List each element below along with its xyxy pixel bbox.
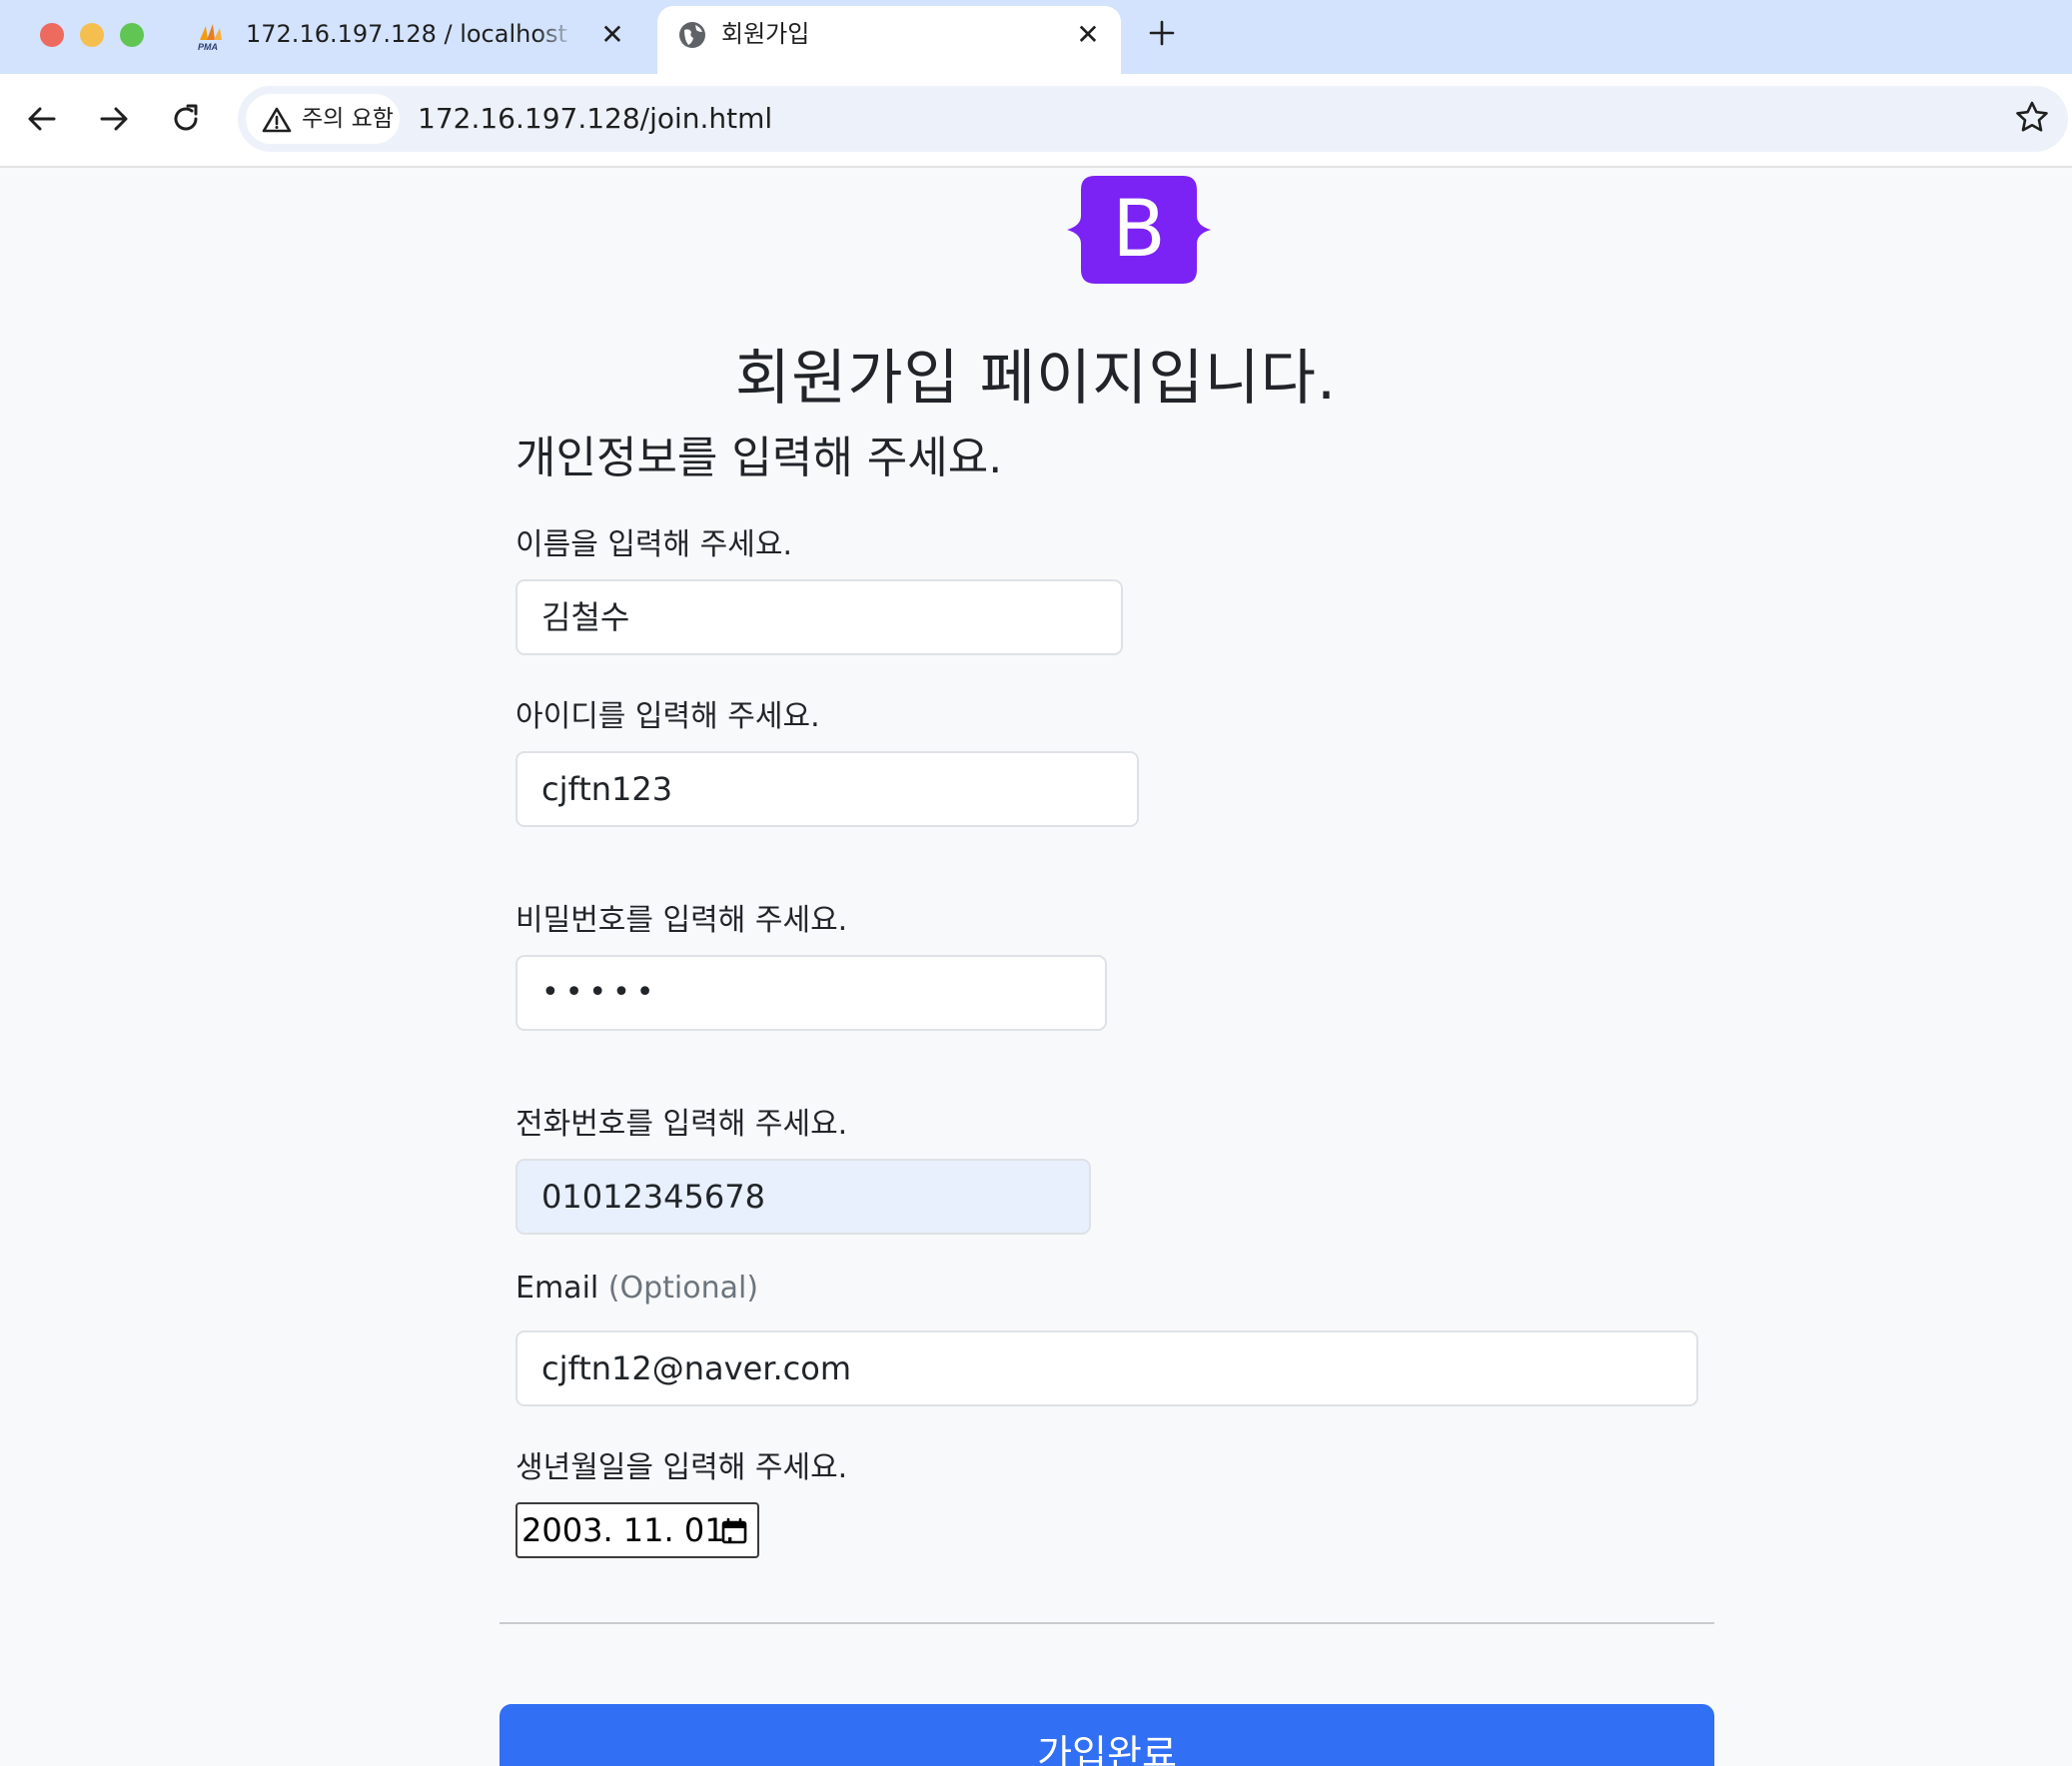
bootstrap-logo: B xyxy=(1067,176,1211,284)
tab-join-page[interactable]: 회원가입 ✕ xyxy=(657,6,1121,74)
birthdate-label: 생년월일을 입력해 주세요. xyxy=(516,1450,848,1485)
phpmyadmin-favicon-text: PMA xyxy=(198,42,218,52)
reload-icon[interactable] xyxy=(166,99,206,139)
email-optional-note: (Optional) xyxy=(607,1271,759,1306)
name-input[interactable]: 김철수 xyxy=(516,579,1123,655)
tab-close-icon[interactable]: ✕ xyxy=(1073,20,1103,50)
back-arrow-icon[interactable] xyxy=(22,99,62,139)
password-label: 비밀번호를 입력해 주세요. xyxy=(516,903,848,938)
globe-icon xyxy=(679,22,705,48)
userid-input[interactable]: cjftn123 xyxy=(516,751,1139,827)
browser-tab-bar: PMA 172.16.197.128 / localhost / u ✕ 회원가… xyxy=(0,0,2072,74)
tab-close-icon[interactable]: ✕ xyxy=(597,20,627,50)
email-input[interactable]: cjftn12@naver.com xyxy=(516,1330,1698,1406)
phpmyadmin-icon: PMA xyxy=(198,24,222,52)
password-input[interactable]: ••••• xyxy=(516,955,1107,1031)
forward-arrow-icon[interactable] xyxy=(94,99,134,139)
calendar-icon[interactable] xyxy=(719,1516,749,1546)
bookmark-star-icon[interactable] xyxy=(2012,98,2052,138)
warning-triangle-icon xyxy=(262,107,292,133)
page-content: B 회원가입 페이지입니다. 개인정보를 입력해 주세요. 이름을 입력해 주세… xyxy=(0,168,2072,1766)
tab-title: 172.16.197.128 / localhost / u xyxy=(246,20,575,48)
security-warning-chip[interactable]: 주의 요함 xyxy=(246,94,400,144)
submit-button[interactable]: 가입완료 xyxy=(500,1704,1714,1766)
email-label-text: Email xyxy=(516,1271,599,1306)
url-text[interactable]: 172.16.197.128/join.html xyxy=(418,86,772,152)
security-label: 주의 요함 xyxy=(302,106,394,132)
tab-phpmyadmin[interactable]: PMA 172.16.197.128 / localhost / u ✕ xyxy=(190,6,649,74)
email-label: Email (Optional) xyxy=(516,1271,758,1306)
name-label: 이름을 입력해 주세요. xyxy=(516,527,793,562)
section-title: 개인정보를 입력해 주세요. xyxy=(516,433,1003,483)
page-title: 회원가입 페이지입니다. xyxy=(734,344,1338,414)
phone-label: 전화번호를 입력해 주세요. xyxy=(516,1107,848,1142)
browser-toolbar: 주의 요함 172.16.197.128/join.html xyxy=(0,74,2072,168)
phone-input[interactable]: 01012345678 xyxy=(516,1159,1091,1235)
window-minimize-button[interactable] xyxy=(80,23,104,47)
address-bar[interactable]: 주의 요함 172.16.197.128/join.html xyxy=(238,86,2068,152)
birthdate-value: 2003. 11. 01. xyxy=(521,1511,735,1549)
birthdate-input[interactable]: 2003. 11. 01. xyxy=(516,1502,759,1558)
new-tab-icon[interactable] xyxy=(1145,16,1179,50)
bootstrap-logo-letter: B xyxy=(1112,185,1166,275)
window-close-button[interactable] xyxy=(40,23,64,47)
tab-title: 회원가입 xyxy=(721,20,810,48)
window-zoom-button[interactable] xyxy=(120,23,144,47)
form-divider xyxy=(500,1622,1714,1624)
userid-label: 아이디를 입력해 주세요. xyxy=(516,699,820,734)
